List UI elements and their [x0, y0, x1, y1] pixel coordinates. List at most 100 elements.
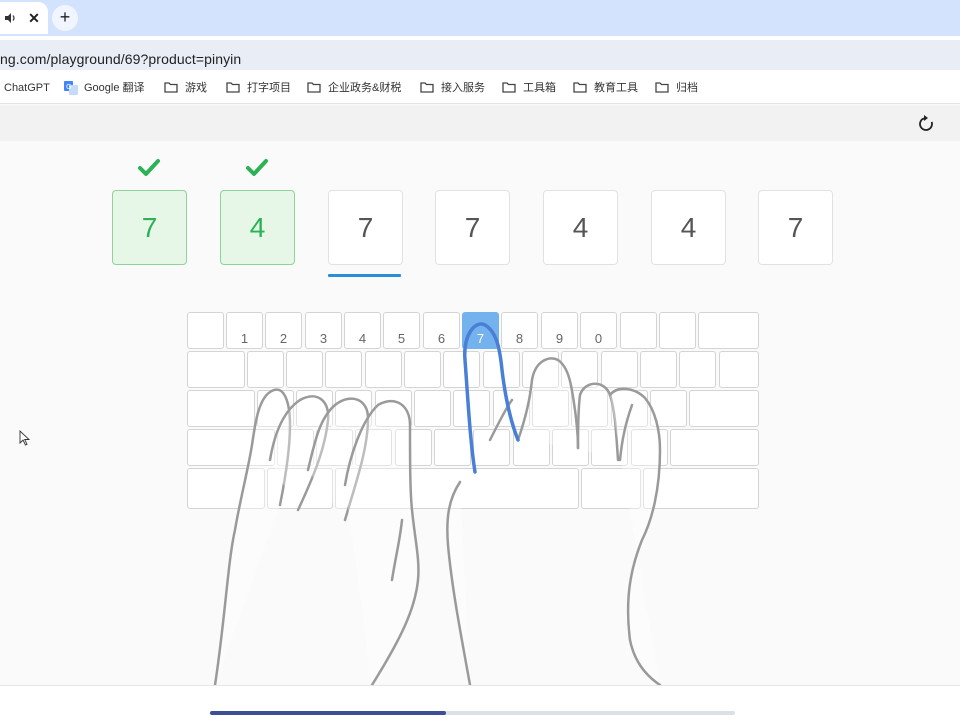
folder-icon: [655, 82, 669, 93]
key-6: 6: [423, 312, 460, 349]
key-s: [296, 390, 333, 427]
key-backslash: [719, 351, 759, 388]
sequence-char-current: 7: [328, 190, 403, 265]
sequence-char-done: 7: [112, 190, 187, 265]
bookmark-label: 教育工具: [594, 82, 638, 94]
bookmark-label: ChatGPT: [4, 82, 50, 94]
key-r: [365, 351, 402, 388]
key-z: [277, 429, 314, 466]
key-5: 5: [383, 312, 420, 349]
key-4: 4: [344, 312, 381, 349]
bookmark-label: 归档: [676, 82, 698, 94]
key-tab: [187, 351, 245, 388]
progress-bar: [210, 711, 735, 715]
bookmark-label: Google 翻译: [84, 82, 145, 94]
progress-fill: [210, 711, 447, 715]
key-bracket-left: [640, 351, 677, 388]
key-t: [404, 351, 441, 388]
key-f: [375, 390, 412, 427]
bookmark-label: 企业政务&财税: [328, 82, 402, 94]
key-g: [414, 390, 451, 427]
folder-icon: [573, 82, 587, 93]
key-j: [493, 390, 530, 427]
key-e: [325, 351, 362, 388]
key-alt-left: [267, 468, 333, 509]
check-icon: [246, 159, 268, 176]
svg-text:G: G: [66, 83, 71, 91]
key-7-highlighted: 7: [462, 312, 499, 349]
key-equals: [659, 312, 696, 349]
address-bar: ng.com/playground/69?product=pinyin: [0, 36, 960, 72]
key-8: 8: [501, 312, 538, 349]
key-bracket-right: [679, 351, 716, 388]
key-d: [335, 390, 372, 427]
sequence-char-done: 4: [220, 190, 295, 265]
key-b: [434, 429, 471, 466]
folder-icon: [164, 82, 178, 93]
sequence-char-pending: 7: [758, 190, 833, 265]
mouse-pointer-icon: [19, 430, 31, 446]
url-text[interactable]: ng.com/playground/69?product=pinyin: [0, 51, 241, 67]
key-2: 2: [265, 312, 302, 349]
key-slash: [631, 429, 668, 466]
folder-icon: [420, 82, 434, 93]
key-k: [532, 390, 569, 427]
key-backtick: [187, 312, 224, 349]
key-semicolon: [611, 390, 648, 427]
key-alt-right: [581, 468, 641, 509]
key-c: [355, 429, 392, 466]
sequence-char-pending: 7: [435, 190, 510, 265]
bookmark-label: 接入服务: [441, 82, 485, 94]
key-minus: [620, 312, 657, 349]
key-1: 1: [226, 312, 263, 349]
folder-icon: [226, 82, 240, 93]
key-i: [522, 351, 559, 388]
bookmark-label: 打字项目: [247, 82, 291, 94]
key-y: [443, 351, 480, 388]
key-ctrl-right: [643, 468, 759, 509]
key-enter: [689, 390, 759, 427]
bookmarks-bar: ChatGPT G Google 翻译 游戏 打字项目 企业政务&财税 接入服务…: [0, 72, 960, 104]
google-translate-icon: G: [64, 81, 78, 95]
key-ctrl-left: [187, 468, 265, 509]
browser-tab-strip: ✕ +: [0, 0, 960, 36]
key-a: [257, 390, 294, 427]
key-quote: [650, 390, 687, 427]
key-comma: [552, 429, 589, 466]
check-icon: [138, 159, 160, 176]
key-p: [601, 351, 638, 388]
key-3: 3: [305, 312, 342, 349]
key-v: [395, 429, 432, 466]
key-9: 9: [541, 312, 578, 349]
key-space: [335, 468, 579, 509]
key-n: [473, 429, 510, 466]
key-x: [316, 429, 353, 466]
bookmark-label: 工具箱: [523, 82, 556, 94]
key-u: [483, 351, 520, 388]
virtual-keyboard: 1 2 3 4 5 6 7 8 9 0: [187, 312, 759, 509]
key-period: [591, 429, 628, 466]
url-field[interactable]: ng.com/playground/69?product=pinyin: [0, 40, 960, 70]
key-shift-right: [670, 429, 759, 466]
key-o: [561, 351, 598, 388]
restart-icon[interactable]: [916, 114, 936, 134]
key-m: [513, 429, 550, 466]
key-backspace: [698, 312, 759, 349]
key-q: [247, 351, 284, 388]
key-0: 0: [580, 312, 617, 349]
folder-icon: [502, 82, 516, 93]
folder-icon: [307, 82, 321, 93]
new-tab-button[interactable]: +: [52, 5, 78, 31]
tab-close-icon[interactable]: ✕: [26, 10, 42, 26]
bookmark-label: 游戏: [185, 82, 207, 94]
key-shift-left: [187, 429, 275, 466]
sequence-char-pending: 4: [543, 190, 618, 265]
sequence-char-pending: 4: [651, 190, 726, 265]
app-toolbar: [0, 105, 960, 141]
speaker-icon[interactable]: [4, 11, 18, 25]
key-capslock: [187, 390, 255, 427]
browser-tab[interactable]: ✕: [0, 2, 48, 34]
key-h: [453, 390, 490, 427]
key-w: [286, 351, 323, 388]
key-l: [571, 390, 608, 427]
